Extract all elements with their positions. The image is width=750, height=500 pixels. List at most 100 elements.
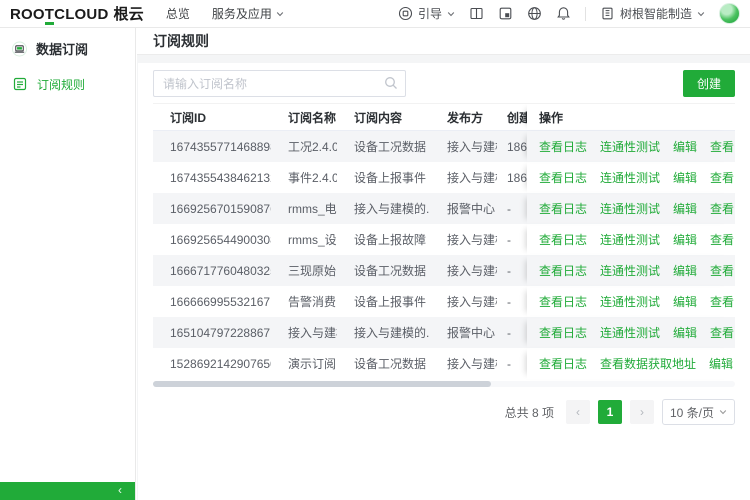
cell-created-time: 186 (497, 131, 527, 162)
cell-publisher: 接入与建模 (430, 255, 497, 286)
cell-operations: 查看日志连通性测试编辑查看⋮ (527, 131, 735, 162)
cell-operations: 查看日志连通性测试编辑查看⋮ (527, 317, 735, 348)
cell-subscription-name: 告警消费 (271, 286, 337, 317)
page-size-value: 10 条/页 (670, 404, 714, 421)
search-input[interactable] (153, 70, 406, 97)
col-header-id: 订阅ID (153, 104, 271, 130)
cell-subscription-content: 设备工况数据 (337, 255, 430, 286)
nav-services-label: 服务及应用 (212, 5, 272, 22)
cell-operations: 查看日志查看数据获取地址编辑查看⋮ (527, 348, 735, 379)
action-link[interactable]: 连通性测试 (600, 324, 660, 341)
chevron-down-icon (447, 10, 455, 18)
action-link[interactable]: 连通性测试 (600, 138, 660, 155)
globe-icon[interactable] (527, 6, 542, 21)
pagination: 总共 8 项 ‹ 1 › 10 条/页 (153, 399, 735, 425)
user-avatar[interactable] (719, 3, 740, 24)
cell-operations: 查看日志连通性测试编辑查看⋮ (527, 255, 735, 286)
tenant-name: 树根智能制造 (620, 5, 692, 22)
page-title: 订阅规则 (153, 31, 209, 51)
guide-icon (398, 6, 413, 21)
nav-overview[interactable]: 总览 (166, 5, 190, 22)
sidebar-item-label: 订阅规则 (37, 76, 85, 93)
chevron-down-icon (697, 10, 705, 18)
guide-menu[interactable]: 引导 (398, 5, 455, 22)
cell-subscription-name: 三现原始... (271, 255, 337, 286)
action-link[interactable]: 查看 (710, 169, 734, 186)
content-card: 创建 订阅ID 订阅名称 订阅内容 发布方 创建时间 操作 1674355771… (138, 63, 750, 500)
table-row: 1674355438462132226事件2.4.0设备上报事件接入与建模186… (153, 162, 735, 193)
chevron-down-icon (719, 408, 727, 416)
action-link[interactable]: 编辑 (673, 293, 697, 310)
action-link[interactable]: 连通性测试 (600, 169, 660, 186)
sidebar-title-label: 数据订阅 (36, 39, 88, 58)
cell-subscription-name: rmms_电... (271, 193, 337, 224)
action-link[interactable]: 编辑 (673, 169, 697, 186)
toolbar: 创建 (153, 70, 735, 97)
action-link[interactable]: 连通性测试 (600, 293, 660, 310)
action-link[interactable]: 查看数据获取地址 (600, 355, 696, 372)
cell-operations: 查看日志连通性测试编辑查看⋮ (527, 286, 735, 317)
cell-created-time: - (497, 348, 527, 379)
table-header: 订阅ID 订阅名称 订阅内容 发布方 创建时间 操作 (153, 103, 735, 131)
action-link[interactable]: 编辑 (673, 324, 697, 341)
bell-icon[interactable] (556, 6, 571, 21)
prev-page-button[interactable]: ‹ (566, 400, 590, 424)
horizontal-scrollbar[interactable] (153, 381, 735, 387)
table-row: 1674355771468898305工况2.4.0设备工况数据接入与建模186… (153, 131, 735, 162)
action-link[interactable]: 查看日志 (539, 200, 587, 217)
create-button[interactable]: 创建 (683, 70, 735, 97)
table-row: 1528692142907650050演示订阅...设备工况数据接入与建模-查看… (153, 348, 735, 379)
action-link[interactable]: 编辑 (673, 200, 697, 217)
topbar: ROOTCLOUD 根云 总览 服务及应用 引导 (0, 0, 750, 28)
action-link[interactable]: 查看 (710, 200, 734, 217)
action-link[interactable]: 查看 (710, 138, 734, 155)
cell-operations: 查看日志连通性测试编辑查看⋮ (527, 224, 735, 255)
cell-subscription-id: 1674355438462132226 (153, 162, 271, 193)
action-link[interactable]: 查看日志 (539, 293, 587, 310)
cell-subscription-id: 1674355771468898305 (153, 131, 271, 162)
page-size-select[interactable]: 10 条/页 (662, 399, 735, 425)
action-link[interactable]: 查看 (710, 324, 734, 341)
divider (585, 7, 586, 21)
action-link[interactable]: 连通性测试 (600, 262, 660, 279)
sidebar-collapse-button[interactable]: ‹ (0, 482, 135, 500)
action-link[interactable]: 查看日志 (539, 138, 587, 155)
tenant-switcher[interactable]: 树根智能制造 (600, 5, 705, 22)
table-row: 1666717760480325634三现原始...设备工况数据接入与建模-查看… (153, 255, 735, 286)
apps-icon[interactable] (498, 6, 513, 21)
scrollbar-thumb[interactable] (153, 381, 491, 387)
rootcloud-logo[interactable]: ROOTCLOUD 根云 (10, 3, 144, 25)
action-link[interactable]: 查看日志 (539, 169, 587, 186)
cell-subscription-id: 1651047972288671745 (153, 317, 271, 348)
action-link[interactable]: 查看 (710, 262, 734, 279)
docs-icon[interactable] (469, 6, 484, 21)
nav-services-apps[interactable]: 服务及应用 (212, 5, 284, 22)
action-link[interactable]: 连通性测试 (600, 200, 660, 217)
col-header-name: 订阅名称 (271, 104, 337, 130)
action-link[interactable]: 编辑 (709, 355, 733, 372)
next-page-button[interactable]: › (630, 400, 654, 424)
sidebar-module-title: 数据订阅 (0, 28, 135, 67)
sidebar-item-subscription-rules[interactable]: 订阅规则 (0, 67, 135, 102)
action-link[interactable]: 编辑 (673, 138, 697, 155)
action-link[interactable]: 查看 (710, 293, 734, 310)
cell-publisher: 报警中心 (430, 317, 497, 348)
action-link[interactable]: 查看 (710, 231, 734, 248)
action-link[interactable]: 查看日志 (539, 231, 587, 248)
search-icon[interactable] (384, 76, 398, 90)
action-link[interactable]: 编辑 (673, 262, 697, 279)
cell-publisher: 接入与建模 (430, 131, 497, 162)
action-link[interactable]: 查看日志 (539, 324, 587, 341)
cell-operations: 查看日志连通性测试编辑查看⋮ (527, 193, 735, 224)
cell-subscription-id: 1669256701590876161 (153, 193, 271, 224)
action-link[interactable]: 编辑 (673, 231, 697, 248)
subscription-table: 订阅ID 订阅名称 订阅内容 发布方 创建时间 操作 1674355771468… (153, 103, 735, 387)
cell-publisher: 报警中心 (430, 193, 497, 224)
action-link[interactable]: 查看日志 (539, 355, 587, 372)
pagination-total: 总共 8 项 (505, 404, 554, 421)
search-box (153, 70, 406, 97)
action-link[interactable]: 连通性测试 (600, 231, 660, 248)
cell-subscription-id: 1528692142907650050 (153, 348, 271, 379)
action-link[interactable]: 查看日志 (539, 262, 587, 279)
page-number-button[interactable]: 1 (598, 400, 622, 424)
